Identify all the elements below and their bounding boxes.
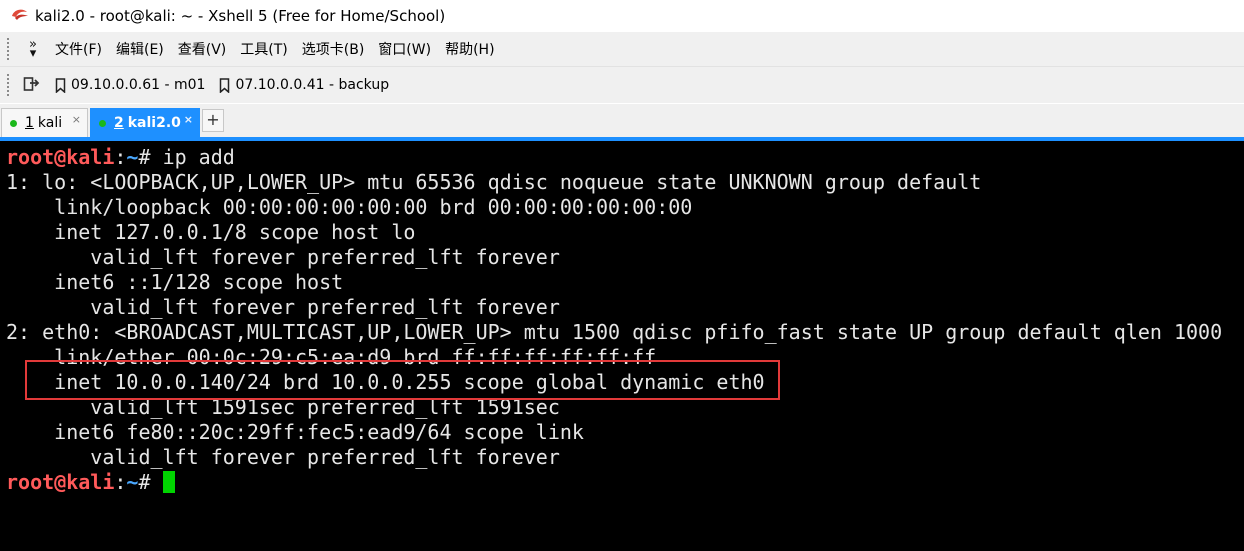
bookmark-icon — [55, 77, 66, 93]
tab-number: 2 — [114, 115, 124, 131]
title-bar: kali2.0 - root@kali: ~ - Xshell 5 (Free … — [0, 0, 1244, 31]
tab-label: kali — [37, 115, 63, 131]
bookmark-label: 07.10.0.0.41 - backup — [235, 77, 390, 93]
menu-window[interactable]: 窗口(W) — [378, 39, 431, 59]
double-chevron-icon: » ▾ — [29, 37, 37, 61]
prompt-separator: : — [114, 470, 127, 494]
prompt-user: root@kali — [6, 470, 115, 494]
plus-icon: + — [206, 110, 220, 129]
connected-status-icon — [10, 119, 17, 127]
bookmark-m01[interactable]: 09.10.0.0.61 - m01 — [55, 77, 205, 93]
toolbar-grip[interactable] — [7, 38, 9, 60]
bookmark-backup[interactable]: 07.10.0.0.41 - backup — [219, 77, 389, 93]
prompt-path: ~ — [126, 470, 139, 494]
terminal-line-command: root@kali:~# ip add — [6, 145, 1222, 170]
window-title: kali2.0 - root@kali: ~ - Xshell 5 (Free … — [35, 6, 446, 25]
menu-tabs[interactable]: 选项卡(B) — [302, 39, 365, 59]
bookmark-label: 09.10.0.0.61 - m01 — [71, 77, 206, 93]
bookmark-icon — [220, 77, 230, 93]
session-manager-icon[interactable] — [23, 74, 41, 96]
highlight-box — [25, 360, 780, 400]
menu-help[interactable]: 帮助(H) — [445, 39, 494, 59]
tab-bar: 1 kali × 2 kali2.0 × + — [0, 104, 1244, 141]
toolbar-grip[interactable] — [7, 74, 9, 96]
new-tab-button[interactable]: + — [202, 109, 224, 132]
tab-number: 1 — [25, 115, 34, 131]
menu-items: 文件(F) 编辑(E) 查看(V) 工具(T) 选项卡(B) 窗口(W) 帮助(… — [55, 39, 509, 59]
terminal-line: valid_lft forever preferred_lft forever — [6, 445, 560, 469]
prompt-symbol: # — [138, 145, 163, 169]
terminal-line: valid_lft forever preferred_lft forever — [6, 295, 560, 319]
terminal-line: inet6 fe80::20c:29ff:fec5:ead9/64 scope … — [6, 420, 584, 444]
connected-status-icon — [99, 119, 106, 127]
terminal-line: inet 127.0.0.1/8 scope host lo — [6, 220, 416, 244]
prompt-separator: : — [114, 145, 127, 169]
close-icon[interactable]: × — [184, 113, 193, 126]
tab-kali[interactable]: 1 kali × — [1, 108, 88, 137]
session-bar: 09.10.0.0.61 - m01 07.10.0.0.41 - backup — [0, 67, 1244, 103]
terminal-line-prompt: root@kali:~# — [6, 470, 1222, 495]
terminal-line: inet6 ::1/128 scope host — [6, 270, 344, 294]
terminal-line: link/loopback 00:00:00:00:00:00 brd 00:0… — [6, 195, 693, 219]
close-icon[interactable]: × — [72, 113, 81, 126]
terminal-cursor — [162, 471, 175, 493]
terminal-line: 1: lo: <LOOPBACK,UP,LOWER_UP> mtu 65536 … — [6, 170, 982, 194]
xshell-logo-icon — [11, 7, 29, 25]
terminal-line: valid_lft forever preferred_lft forever — [6, 245, 560, 269]
menu-file[interactable]: 文件(F) — [55, 39, 102, 59]
prompt-path: ~ — [126, 145, 139, 169]
prompt-user: root@kali — [6, 145, 115, 169]
tab-kali2[interactable]: 2 kali2.0 × — [90, 108, 200, 137]
terminal-line: 2: eth0: <BROADCAST,MULTICAST,UP,LOWER_U… — [6, 320, 1223, 344]
menu-tools[interactable]: 工具(T) — [240, 39, 287, 59]
menu-bar: » ▾ 文件(F) 编辑(E) 查看(V) 工具(T) 选项卡(B) 窗口(W) … — [0, 32, 1244, 67]
tab-label: kali2.0 — [127, 115, 181, 131]
command-text: ip add — [162, 145, 235, 169]
prompt-symbol: # — [138, 470, 163, 494]
terminal-area[interactable]: root@kali:~# ip add 1: lo: <LOOPBACK,UP,… — [0, 141, 1244, 551]
menu-edit[interactable]: 编辑(E) — [116, 39, 164, 59]
menu-view[interactable]: 查看(V) — [178, 39, 227, 59]
terminal-output: root@kali:~# ip add 1: lo: <LOOPBACK,UP,… — [6, 145, 1222, 495]
toolbar-overflow-button[interactable]: » ▾ — [23, 37, 43, 61]
